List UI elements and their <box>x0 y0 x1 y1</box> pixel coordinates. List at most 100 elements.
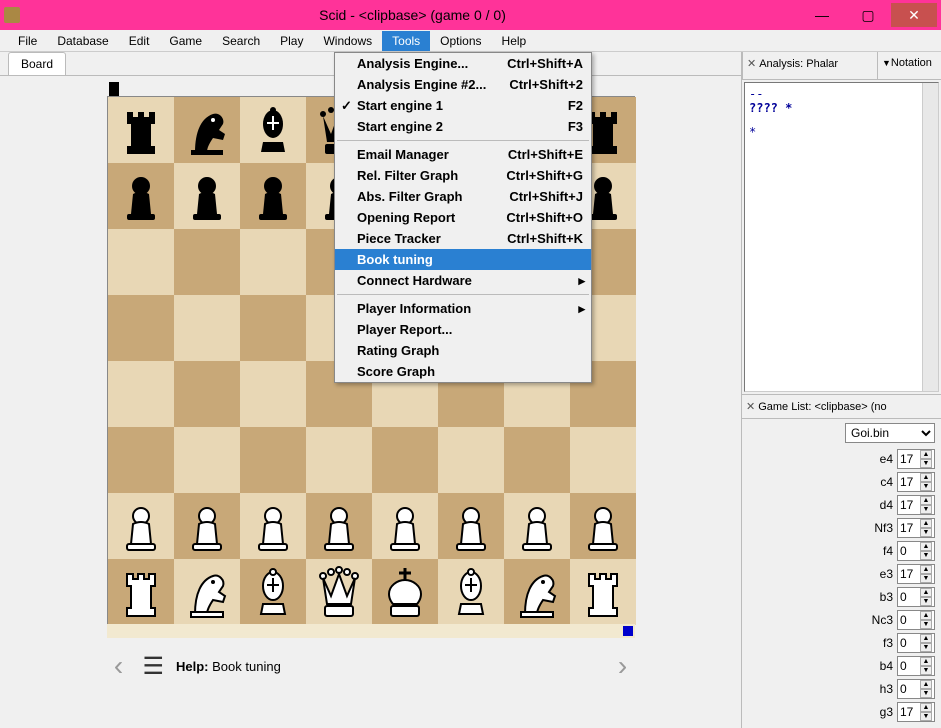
spinner-down-icon[interactable]: ▼ <box>920 689 932 698</box>
square-c8[interactable] <box>240 97 306 163</box>
piece-bP[interactable] <box>245 168 301 224</box>
spinner-up-icon[interactable]: ▲ <box>920 450 932 459</box>
tab-notation[interactable]: ▼Notation <box>877 52 941 79</box>
weight-spinner[interactable]: ▲▼ <box>897 702 935 722</box>
weight-spinner[interactable]: ▲▼ <box>897 541 935 561</box>
spinner-up-icon[interactable]: ▲ <box>920 657 932 666</box>
tab-analysis[interactable]: ✕Analysis: Phalar <box>742 52 877 79</box>
tab-board[interactable]: Board <box>8 52 66 75</box>
close-button[interactable]: ✕ <box>891 3 937 27</box>
piece-wQ[interactable] <box>311 564 367 620</box>
menu-item-analysis-engine-[interactable]: Analysis Engine...Ctrl+Shift+A <box>335 53 591 74</box>
square-b1[interactable] <box>174 559 240 625</box>
weight-input[interactable] <box>900 611 920 629</box>
weight-input[interactable] <box>900 588 920 606</box>
piece-wB[interactable] <box>245 564 301 620</box>
weight-input[interactable] <box>900 657 920 675</box>
spinner-down-icon[interactable]: ▼ <box>920 482 932 491</box>
square-d2[interactable] <box>306 493 372 559</box>
square-g3[interactable] <box>504 427 570 493</box>
square-a1[interactable] <box>108 559 174 625</box>
gamelist-header[interactable]: ✕Game List: <clipbase> (no <box>742 394 941 419</box>
spinner-up-icon[interactable]: ▲ <box>920 703 932 712</box>
square-h1[interactable] <box>570 559 636 625</box>
square-e3[interactable] <box>372 427 438 493</box>
piece-wP[interactable] <box>509 498 565 554</box>
square-e1[interactable] <box>372 559 438 625</box>
weight-input[interactable] <box>900 565 920 583</box>
square-c2[interactable] <box>240 493 306 559</box>
piece-wP[interactable] <box>443 498 499 554</box>
spinner-up-icon[interactable]: ▲ <box>920 519 932 528</box>
menu-item-analysis-engine-2-[interactable]: Analysis Engine #2...Ctrl+Shift+2 <box>335 74 591 95</box>
square-c6[interactable] <box>240 229 306 295</box>
weight-input[interactable] <box>900 680 920 698</box>
prev-icon[interactable]: ‹ <box>107 650 131 682</box>
piece-wP[interactable] <box>377 498 433 554</box>
square-b4[interactable] <box>174 361 240 427</box>
menu-file[interactable]: File <box>8 31 47 51</box>
piece-wP[interactable] <box>113 498 169 554</box>
spinner-down-icon[interactable]: ▼ <box>920 459 932 468</box>
piece-wK[interactable] <box>377 564 433 620</box>
spinner-up-icon[interactable]: ▲ <box>920 680 932 689</box>
square-a4[interactable] <box>108 361 174 427</box>
menu-item-email-manager[interactable]: Email ManagerCtrl+Shift+E <box>335 144 591 165</box>
square-e2[interactable] <box>372 493 438 559</box>
piece-wB[interactable] <box>443 564 499 620</box>
piece-wP[interactable] <box>179 498 235 554</box>
square-b5[interactable] <box>174 295 240 361</box>
square-g2[interactable] <box>504 493 570 559</box>
piece-wR[interactable] <box>113 564 169 620</box>
weight-input[interactable] <box>900 703 920 721</box>
square-b7[interactable] <box>174 163 240 229</box>
menu-game[interactable]: Game <box>159 31 212 51</box>
spinner-up-icon[interactable]: ▲ <box>920 565 932 574</box>
square-c5[interactable] <box>240 295 306 361</box>
spinner-down-icon[interactable]: ▼ <box>920 712 932 721</box>
square-c4[interactable] <box>240 361 306 427</box>
spinner-up-icon[interactable]: ▲ <box>920 496 932 505</box>
piece-wN[interactable] <box>509 564 565 620</box>
weight-spinner[interactable]: ▲▼ <box>897 679 935 699</box>
square-b3[interactable] <box>174 427 240 493</box>
weight-spinner[interactable]: ▲▼ <box>897 656 935 676</box>
square-a2[interactable] <box>108 493 174 559</box>
weight-spinner[interactable]: ▲▼ <box>897 610 935 630</box>
square-g1[interactable] <box>504 559 570 625</box>
weight-input[interactable] <box>900 473 920 491</box>
spinner-down-icon[interactable]: ▼ <box>920 643 932 652</box>
spinner-up-icon[interactable]: ▲ <box>920 473 932 482</box>
menu-windows[interactable]: Windows <box>313 31 382 51</box>
square-a3[interactable] <box>108 427 174 493</box>
menu-tools[interactable]: Tools <box>382 31 430 51</box>
next-icon[interactable]: › <box>611 650 635 682</box>
menu-item-start-engine-2[interactable]: Start engine 2F3 <box>335 116 591 137</box>
weight-spinner[interactable]: ▲▼ <box>897 472 935 492</box>
weight-spinner[interactable]: ▲▼ <box>897 633 935 653</box>
menu-item-player-information[interactable]: Player Information▸ <box>335 298 591 319</box>
book-file-select[interactable]: Goi.bin <box>845 423 935 443</box>
weight-spinner[interactable]: ▲▼ <box>897 449 935 469</box>
spinner-up-icon[interactable]: ▲ <box>920 542 932 551</box>
piece-bR[interactable] <box>113 102 169 158</box>
menu-search[interactable]: Search <box>212 31 270 51</box>
weight-spinner[interactable]: ▲▼ <box>897 587 935 607</box>
menu-play[interactable]: Play <box>270 31 313 51</box>
maximize-button[interactable]: ▢ <box>845 3 891 27</box>
menu-options[interactable]: Options <box>430 31 491 51</box>
spinner-down-icon[interactable]: ▼ <box>920 551 932 560</box>
square-c1[interactable] <box>240 559 306 625</box>
square-a6[interactable] <box>108 229 174 295</box>
square-d1[interactable] <box>306 559 372 625</box>
spinner-down-icon[interactable]: ▼ <box>920 505 932 514</box>
square-a8[interactable] <box>108 97 174 163</box>
spinner-down-icon[interactable]: ▼ <box>920 597 932 606</box>
square-f2[interactable] <box>438 493 504 559</box>
spinner-up-icon[interactable]: ▲ <box>920 588 932 597</box>
menu-item-book-tuning[interactable]: Book tuning <box>335 249 591 270</box>
weight-input[interactable] <box>900 450 920 468</box>
spinner-up-icon[interactable]: ▲ <box>920 634 932 643</box>
weight-input[interactable] <box>900 496 920 514</box>
square-f1[interactable] <box>438 559 504 625</box>
